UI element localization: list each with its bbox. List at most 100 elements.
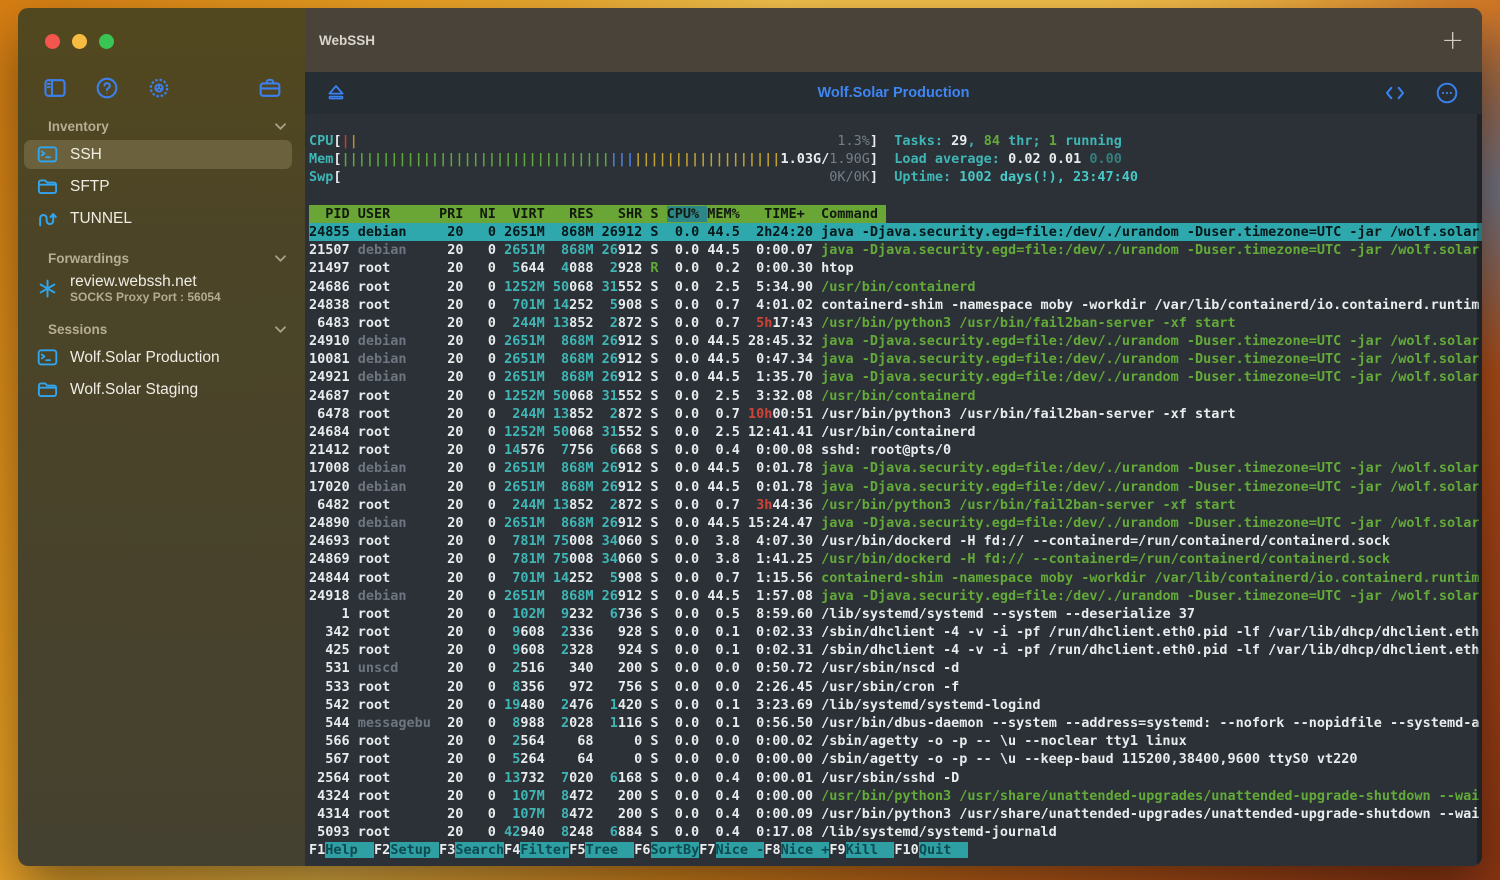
process-row-5093[interactable]: 5093 root 20 0 42940 8248 6884 S 0.0 0.4… [309,823,1482,841]
fkey-F7-label[interactable]: Nice - [716,842,765,858]
process-row-2564[interactable]: 2564 root 20 0 13732 7020 6168 S 0.0 0.4… [309,769,1482,787]
fkey-F1[interactable]: F1 [309,842,325,858]
forwarding-host-label: review.webssh.net [70,273,221,290]
terminal-icon [37,144,58,165]
htop-process-list: 24855 debian 20 0 2651M 868M 26912 S 0.0… [309,223,1482,841]
settings-gear-icon[interactable] [146,75,172,101]
section-header-forwardings[interactable]: Forwardings [18,247,305,269]
fkey-F3[interactable]: F3 [439,842,455,858]
process-row-24687[interactable]: 24687 root 20 0 1252M 50068 31552 S 0.0 … [309,387,1482,405]
fkey-F7[interactable]: F7 [699,842,715,858]
minimize-window-button[interactable] [72,34,87,49]
htop-header-row[interactable]: PID USER PRI NI VIRT RES SHR S CPU% MEM%… [309,205,1482,223]
htop-meters: CPU[|| 1.3%] Tasks: 29, 84 thr; 1 runnin… [309,132,1482,187]
asterisk-icon [37,278,58,299]
briefcase-icon[interactable] [257,75,283,101]
fkey-F1-label[interactable]: Help [325,842,374,858]
tunnel-icon [37,208,58,229]
terminal[interactable]: CPU[|| 1.3%] Tasks: 29, 84 thr; 1 runnin… [305,114,1482,866]
forwarding-port-label: SOCKS Proxy Port : 56054 [70,290,221,304]
chevron-down-icon [274,325,287,334]
terminal-header: Wolf.Solar Production [305,72,1482,114]
process-row-21412[interactable]: 21412 root 20 0 14576 7756 6668 S 0.0 0.… [309,441,1482,459]
sidebar-item-session-staging[interactable]: Wolf.Solar Staging [24,375,292,404]
process-row-533[interactable]: 533 root 20 0 8356 972 756 S 0.0 0.0 2:2… [309,678,1482,696]
sidebar-item-label: SFTP [70,178,110,196]
sidebar-toolbar [42,75,283,101]
process-row-24855[interactable]: 24855 debian 20 0 2651M 868M 26912 S 0.0… [309,223,1482,241]
process-row-425[interactable]: 425 root 20 0 9608 2328 924 S 0.0 0.1 0:… [309,641,1482,659]
section-label: Sessions [48,322,107,337]
app-window: Inventory SSH SFTP [18,8,1482,866]
fkey-F3-label[interactable]: Search [455,842,504,858]
sidebar-item-ssh[interactable]: SSH [24,140,292,169]
fkey-F2[interactable]: F2 [374,842,390,858]
process-row-21497[interactable]: 21497 root 20 0 5644 4088 2928 R 0.0 0.2… [309,259,1482,277]
process-row-24918[interactable]: 24918 debian 20 0 2651M 868M 26912 S 0.0… [309,587,1482,605]
process-row-24838[interactable]: 24838 root 20 0 701M 14252 5908 S 0.0 0.… [309,296,1482,314]
process-row-24890[interactable]: 24890 debian 20 0 2651M 868M 26912 S 0.0… [309,514,1482,532]
process-row-6483[interactable]: 6483 root 20 0 244M 13852 2872 S 0.0 0.7… [309,314,1482,332]
section-header-inventory[interactable]: Inventory [18,115,305,137]
process-row-342[interactable]: 342 root 20 0 9608 2336 928 S 0.0 0.1 0:… [309,623,1482,641]
fkey-F6-label[interactable]: SortBy [651,842,700,858]
process-row-566[interactable]: 566 root 20 0 2564 68 0 S 0.0 0.0 0:00.0… [309,732,1482,750]
process-row-24686[interactable]: 24686 root 20 0 1252M 50068 31552 S 0.0 … [309,278,1482,296]
new-tab-button[interactable]: + [1441,27,1464,54]
more-circle-icon[interactable] [1434,80,1460,106]
sidebar-item-sftp[interactable]: SFTP [24,172,292,201]
fkey-F5[interactable]: F5 [569,842,585,858]
sidebar-item-label: Wolf.Solar Production [70,349,220,367]
sidebar-item-forwarding[interactable]: review.webssh.net SOCKS Proxy Port : 560… [24,273,292,304]
code-icon[interactable] [1382,80,1408,106]
app-title: WebSSH [319,33,375,48]
process-row-1[interactable]: 1 root 20 0 102M 9232 6736 S 0.0 0.5 8:5… [309,605,1482,623]
fkey-F9-label[interactable]: Kill [846,842,895,858]
process-row-542[interactable]: 542 root 20 0 19480 2476 1420 S 0.0 0.1 … [309,696,1482,714]
section-header-sessions[interactable]: Sessions [18,318,305,340]
process-row-24844[interactable]: 24844 root 20 0 701M 14252 5908 S 0.0 0.… [309,569,1482,587]
process-row-544[interactable]: 544 messagebu 20 0 8988 2028 1116 S 0.0 … [309,714,1482,732]
zoom-window-button[interactable] [99,34,114,49]
fkey-F4-label[interactable]: Filter [520,842,569,858]
fkey-F8[interactable]: F8 [764,842,780,858]
process-row-24693[interactable]: 24693 root 20 0 781M 75008 34060 S 0.0 3… [309,532,1482,550]
close-window-button[interactable] [45,34,60,49]
process-row-4324[interactable]: 4324 root 20 0 107M 8472 200 S 0.0 0.4 0… [309,787,1482,805]
help-icon[interactable] [94,75,120,101]
process-row-24869[interactable]: 24869 root 20 0 781M 75008 34060 S 0.0 3… [309,550,1482,568]
chevron-down-icon [274,254,287,263]
sidebar-item-tunnel[interactable]: TUNNEL [24,204,292,233]
sidebar-item-label: TUNNEL [70,210,132,228]
process-row-4314[interactable]: 4314 root 20 0 107M 8472 200 S 0.0 0.4 0… [309,805,1482,823]
chevron-down-icon [274,122,287,131]
section-label: Forwardings [48,251,129,266]
fkey-F6[interactable]: F6 [634,842,650,858]
fkey-F2-label[interactable]: Setup [390,842,439,858]
process-row-531[interactable]: 531 unscd 20 0 2516 340 200 S 0.0 0.0 0:… [309,659,1482,677]
terminal-scrollbar[interactable] [1477,114,1482,866]
panel-icon[interactable] [42,75,68,101]
process-row-17020[interactable]: 17020 debian 20 0 2651M 868M 26912 S 0.0… [309,478,1482,496]
fkey-F10[interactable]: F10 [894,842,918,858]
fkey-F9[interactable]: F9 [829,842,845,858]
process-row-567[interactable]: 567 root 20 0 5264 64 0 S 0.0 0.0 0:00.0… [309,750,1482,768]
process-row-21507[interactable]: 21507 debian 20 0 2651M 868M 26912 S 0.0… [309,241,1482,259]
folder-icon [37,176,58,197]
fkey-F4[interactable]: F4 [504,842,520,858]
main-panel: WebSSH + Wolf.Solar Production [305,8,1482,866]
process-row-24684[interactable]: 24684 root 20 0 1252M 50068 31552 S 0.0 … [309,423,1482,441]
process-row-24921[interactable]: 24921 debian 20 0 2651M 868M 26912 S 0.0… [309,368,1482,386]
process-row-6482[interactable]: 6482 root 20 0 244M 13852 2872 S 0.0 0.7… [309,496,1482,514]
sidebar: Inventory SSH SFTP [18,8,305,866]
sidebar-item-session-production[interactable]: Wolf.Solar Production [24,343,292,372]
process-row-24910[interactable]: 24910 debian 20 0 2651M 868M 26912 S 0.0… [309,332,1482,350]
fkey-F8-label[interactable]: Nice + [781,842,830,858]
fkey-F10-label[interactable]: Quit [919,842,968,858]
process-row-17008[interactable]: 17008 debian 20 0 2651M 868M 26912 S 0.0… [309,459,1482,477]
process-row-6478[interactable]: 6478 root 20 0 244M 13852 2872 S 0.0 0.7… [309,405,1482,423]
window-controls [18,8,305,49]
process-row-10081[interactable]: 10081 debian 20 0 2651M 868M 26912 S 0.0… [309,350,1482,368]
terminal-icon [37,347,58,368]
fkey-F5-label[interactable]: Tree [585,842,634,858]
